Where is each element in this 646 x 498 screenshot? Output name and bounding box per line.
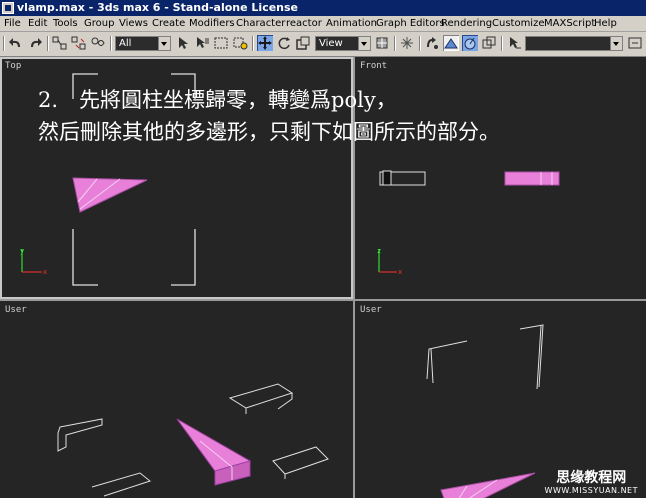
main-toolbar: All View (0, 32, 646, 57)
scale-icon[interactable] (295, 35, 311, 51)
menu-customize[interactable]: Customize (492, 16, 545, 31)
toolbar-separator (110, 36, 112, 51)
selected-wedge-mesh (176, 418, 252, 472)
menu-tools[interactable]: Tools (53, 16, 78, 31)
lamp-base-frame (91, 472, 152, 497)
axis-y-label: z (377, 247, 381, 255)
lamp-base-bracket (72, 229, 98, 286)
menu-views[interactable]: Views (119, 16, 148, 31)
lamp-shade-frame (519, 324, 544, 390)
menu-file[interactable]: File (4, 16, 21, 31)
reference-coord-value: View (319, 38, 343, 49)
lamp-shade-frame (57, 418, 103, 452)
window-title: vlamp.max - 3ds max 6 - Stand-alone Lice… (17, 1, 299, 14)
toolbar-separator (47, 36, 49, 51)
lamp-shade-frame (228, 383, 294, 414)
menu-modifiers[interactable]: Modifiers (189, 16, 235, 31)
unlink-icon[interactable] (71, 35, 87, 51)
chevron-down-icon[interactable] (610, 37, 622, 50)
selection-filter-value: All (119, 38, 132, 49)
lamp-outline (382, 170, 392, 186)
bind-space-warp-icon[interactable] (90, 35, 106, 51)
watermark-url: WWW.MISSYUAN.NET (544, 486, 638, 495)
axis-y-label: y (20, 247, 24, 255)
menu-create[interactable]: Create (152, 16, 185, 31)
chevron-down-icon[interactable] (358, 37, 370, 50)
menu-character[interactable]: Character (236, 16, 285, 31)
tutorial-caption-line-2: 然后刪除其他的多邊形，只剩下如圖所示的部分。 (38, 120, 500, 144)
window-crossing-icon[interactable] (232, 35, 248, 51)
tutorial-caption-line-1: 2. 先將圓柱坐標歸零，轉變爲poly， (38, 88, 397, 112)
move-icon[interactable] (257, 35, 273, 51)
toolbar-separator (419, 36, 421, 51)
menu-maxscript[interactable]: MAXScript (544, 16, 595, 31)
redo-icon[interactable] (27, 35, 43, 51)
select-manipulate-icon[interactable] (399, 35, 415, 51)
undo-icon[interactable] (8, 35, 24, 51)
chevron-down-icon[interactable] (158, 37, 170, 50)
place-highlight-icon[interactable] (481, 35, 497, 51)
menu-graph-editors[interactable]: Graph Editors (376, 16, 445, 31)
align-icon[interactable] (443, 35, 459, 51)
reference-coord-dropdown[interactable]: View (315, 36, 371, 51)
user-right-viewport-scene (426, 324, 544, 498)
lamp-base-bracket (171, 229, 196, 286)
rotate-icon[interactable] (276, 35, 292, 51)
named-selection-dropdown[interactable] (525, 36, 623, 51)
toolbar-separator (501, 36, 503, 51)
app-icon[interactable] (2, 2, 14, 14)
menu-rendering[interactable]: Rendering (441, 16, 492, 31)
toolbar-separator (252, 36, 254, 51)
selection-filter-dropdown[interactable]: All (115, 36, 171, 51)
toolbar-separator (394, 36, 396, 51)
menu-reactor[interactable]: reactor (286, 16, 322, 31)
select-link-icon[interactable] (52, 35, 68, 51)
menu-bar: File Edit Tools Group Views Create Modif… (0, 16, 646, 32)
toolbar-overflow-icon[interactable] (627, 35, 643, 51)
select-by-name-icon[interactable] (194, 35, 210, 51)
viewport-user-left[interactable]: User (0, 301, 353, 498)
site-watermark: 思缘教程网 WWW.MISSYUAN.NET (545, 470, 638, 496)
rect-selection-icon[interactable] (213, 35, 229, 51)
viewport-user-right[interactable]: User (355, 301, 646, 498)
mirror-icon[interactable] (424, 35, 440, 51)
lamp-base-frame (272, 446, 329, 479)
front-viewport-scene: z x (377, 170, 560, 276)
user-left-viewport-scene (57, 383, 329, 497)
select-object-icon[interactable] (175, 35, 191, 51)
viewport-area: Top y x Front z x User User 2. 先將圓柱坐標歸零，… (0, 57, 646, 498)
menu-animation[interactable]: Animation (326, 16, 377, 31)
toolbar-separator (3, 36, 5, 51)
viewport-front[interactable]: Front z x (355, 57, 646, 299)
axis-x-label: x (43, 268, 47, 276)
normal-align-icon[interactable] (462, 35, 478, 51)
axis-x-label: x (398, 268, 402, 276)
selected-wedge-mesh (504, 171, 560, 186)
watermark-title: 思缘教程网 (556, 470, 627, 486)
menu-help[interactable]: Help (594, 16, 617, 31)
named-selection-icon[interactable] (506, 35, 522, 51)
lamp-shade-frame (426, 340, 468, 384)
pivot-center-icon[interactable] (374, 35, 390, 51)
menu-edit[interactable]: Edit (28, 16, 47, 31)
window-title-bar: vlamp.max - 3ds max 6 - Stand-alone Lice… (0, 0, 646, 16)
menu-group[interactable]: Group (84, 16, 114, 31)
